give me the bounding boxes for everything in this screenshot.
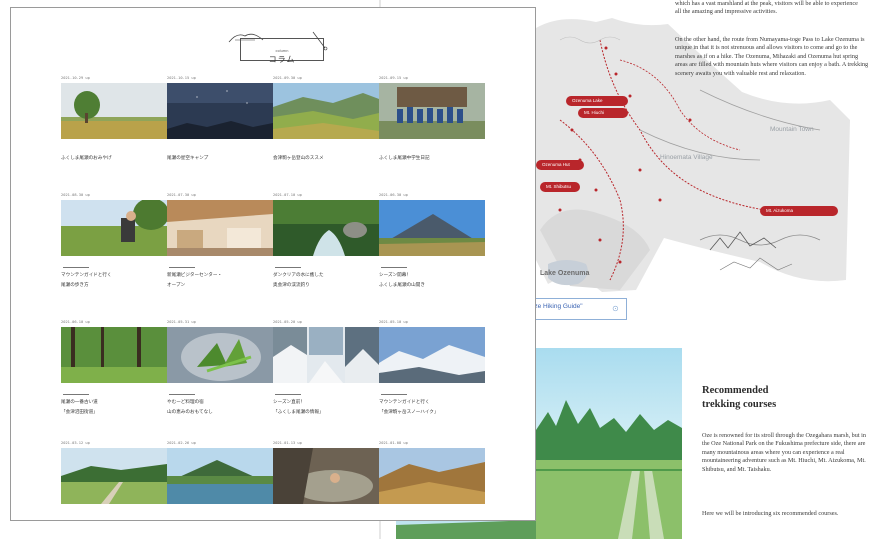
brochure-paragraph-mid: On the other hand, the route from Numaya…: [675, 36, 869, 77]
article-date: 2021.10.15 up: [167, 76, 196, 80]
article-card[interactable]: 2021.01.08 up: [379, 441, 485, 520]
article-thumbnail[interactable]: [273, 448, 379, 504]
column-header: column コラム: [223, 30, 329, 64]
recommended-heading-line2: trekking courses: [702, 399, 777, 410]
article-title[interactable]: 尾瀬の一番古い道: [61, 398, 167, 408]
map-label-village: Hinoemata Village: [660, 154, 713, 161]
article-date: 2021.07.30 up: [167, 193, 196, 197]
article-date: 2021.09.30 up: [273, 76, 302, 80]
article-card[interactable]: 2021.05.10 up マウンテンガイドと行く 「会津駒ヶ岳スノーハイク」: [379, 320, 485, 420]
article-title[interactable]: 「会津駒ヶ岳スノーハイク」: [379, 408, 485, 418]
article-divider: [169, 267, 195, 268]
article-title[interactable]: やむーど料理の宿: [167, 398, 273, 408]
article-divider: [381, 267, 407, 268]
article-thumbnail[interactable]: [379, 448, 485, 504]
article-date: 2021.01.08 up: [379, 441, 408, 445]
article-divider: [63, 267, 89, 268]
brochure-paragraph-recommended: Oze is renowned for its stroll through t…: [702, 432, 866, 473]
article-card[interactable]: 2021.06.10 up 尾瀬の一番古い道 「会津沼田街道」: [61, 320, 167, 420]
article-card[interactable]: 2021.01.13 up: [273, 441, 379, 520]
article-title[interactable]: 山の恵みのおもてなし: [167, 408, 273, 418]
article-divider: [63, 394, 89, 395]
article-card[interactable]: 2021.07.30 up 新尾瀬ビジターセンター・ オープン: [167, 193, 273, 293]
article-thumbnail[interactable]: [61, 83, 167, 139]
article-title[interactable]: 会津駒ヶ岳登山のススメ: [273, 154, 379, 164]
article-card[interactable]: 2021.08.30 up マウンテンガイドと行く 尾瀬の歩き方: [61, 193, 167, 293]
map-pill-ozenuma: Ozenuma Lake: [566, 96, 628, 106]
article-date: 2021.03.12 up: [61, 441, 90, 445]
article-card[interactable]: 2021.07.10 up ダンクリアの水に癒した 奥会津の渓流釣り: [273, 193, 379, 293]
article-date: 2021.08.30 up: [61, 193, 90, 197]
article-thumbnail[interactable]: [167, 327, 273, 383]
pencil-icon: [312, 31, 328, 51]
map-pill-shibutsu: Mt. Shibutsu: [540, 182, 580, 192]
article-title[interactable]: ふくしま尾瀬のおみやげ: [61, 154, 167, 164]
brochure-paragraph-top: which has a vast marshland at the peak, …: [675, 0, 858, 16]
article-title[interactable]: シーズン直前！: [273, 398, 379, 408]
article-card[interactable]: 2021.02.26 up: [167, 441, 273, 520]
recommended-heading-line1: Recommended: [702, 385, 769, 396]
article-card[interactable]: 2021.05.31 up やむーど料理の宿 山の恵みのおもてなし: [167, 320, 273, 420]
article-card[interactable]: 2021.10.29 up ふくしま尾瀬のおみやげ: [61, 76, 167, 176]
article-thumbnail[interactable]: [61, 448, 167, 504]
article-thumbnail[interactable]: [167, 200, 273, 256]
map-pill-hiuchi: Mt. Hiuchi: [578, 108, 628, 118]
article-title[interactable]: マウンテンガイドと行く: [379, 398, 485, 408]
article-date: 2021.01.13 up: [273, 441, 302, 445]
article-title[interactable]: 奥会津の渓流釣り: [273, 281, 379, 291]
recommended-heading: Recommended trekking courses: [702, 384, 852, 412]
article-thumbnail[interactable]: [273, 83, 379, 139]
article-thumbnail[interactable]: [379, 200, 485, 256]
article-title[interactable]: シーズン開幕！: [379, 271, 485, 281]
map-pill-aizukoma: Mt. Aizukoma: [760, 206, 838, 216]
article-thumbnail[interactable]: [379, 327, 485, 383]
brochure-paragraph-intro: Here we will be introducing six recommen…: [702, 510, 839, 517]
article-divider: [381, 394, 407, 395]
article-date: 2021.10.29 up: [61, 76, 90, 80]
article-title[interactable]: 「ふくしま尾瀬の情報」: [273, 408, 379, 418]
article-title[interactable]: 新尾瀬ビジターセンター・: [167, 271, 273, 281]
article-date: 2021.05.20 up: [273, 320, 302, 324]
column-page: column コラム 2021.10.29 up ふくしま尾瀬のおみやげ 2021.…: [10, 7, 536, 521]
article-thumbnail[interactable]: [61, 327, 167, 383]
article-date: 2021.07.10 up: [273, 193, 302, 197]
article-date: 2021.05.10 up: [379, 320, 408, 324]
article-thumbnail[interactable]: [167, 448, 273, 504]
map-label-town: Mountain Town: [770, 126, 814, 133]
article-divider: [169, 394, 195, 395]
article-title[interactable]: オープン: [167, 281, 273, 291]
article-date: 2021.09.15 up: [379, 76, 408, 80]
article-thumbnail[interactable]: [273, 327, 379, 383]
article-thumbnail[interactable]: [61, 200, 167, 256]
article-title[interactable]: マウンテンガイドと行く: [61, 271, 167, 281]
column-title: コラム: [268, 55, 296, 64]
article-title[interactable]: 尾瀬の歩き方: [61, 281, 167, 291]
article-card[interactable]: 2021.09.30 up 会津駒ヶ岳登山のススメ: [273, 76, 379, 176]
article-card[interactable]: 2021.09.15 up ふくしま尾瀬中学生日記: [379, 76, 485, 176]
article-title[interactable]: ふくしま尾瀬の山開き: [379, 281, 485, 291]
article-title[interactable]: 尾瀬の星空キャンプ: [167, 154, 273, 164]
article-date: 2021.05.31 up: [167, 320, 196, 324]
article-date: 2021.02.26 up: [167, 441, 196, 445]
article-date: 2021.06.30 up: [379, 193, 408, 197]
article-title[interactable]: ダンクリアの水に癒した: [273, 271, 379, 281]
article-divider: [275, 394, 301, 395]
article-card[interactable]: 2021.03.12 up: [61, 441, 167, 520]
article-thumbnail[interactable]: [273, 200, 379, 256]
map-pill-hut: Ozenuma Hut: [536, 160, 584, 170]
article-card[interactable]: 2021.10.15 up 尾瀬の星空キャンプ: [167, 76, 273, 176]
article-divider: [275, 267, 301, 268]
article-title[interactable]: ふくしま尾瀬中学生日記: [379, 154, 485, 164]
article-thumbnail[interactable]: [167, 83, 273, 139]
article-date: 2021.06.10 up: [61, 320, 90, 324]
map-label-lake: Lake Ozenuma: [540, 270, 590, 277]
article-card[interactable]: 2021.05.20 up シーズン直前！ 「ふくしま尾瀬の情報」: [273, 320, 379, 420]
article-title[interactable]: 「会津沼田街道」: [61, 408, 167, 418]
article-thumbnail[interactable]: [379, 83, 485, 139]
external-link-icon[interactable]: ⊙: [612, 304, 619, 313]
article-card[interactable]: 2021.06.30 up シーズン開幕！ ふくしま尾瀬の山開き: [379, 193, 485, 293]
